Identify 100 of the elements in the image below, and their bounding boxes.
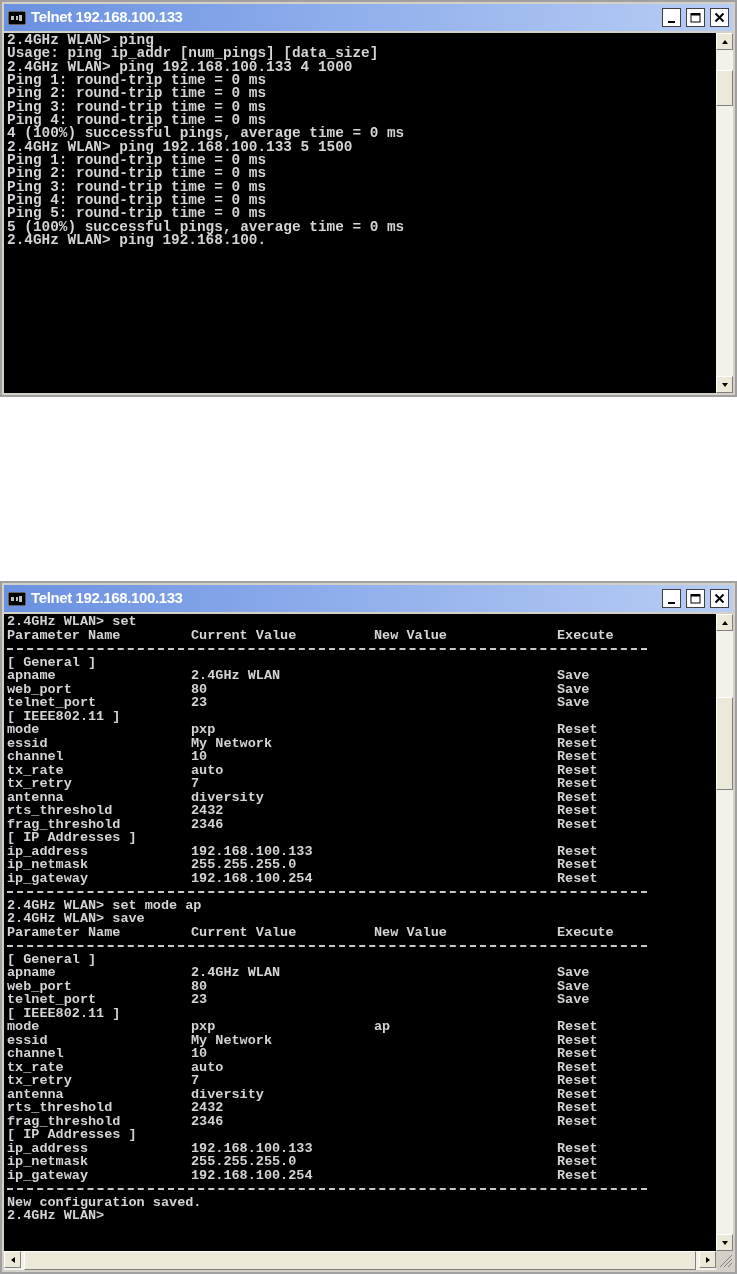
table-cell: channel <box>7 1047 64 1061</box>
table-cell: web_port <box>7 979 72 993</box>
console-line: 2.4GHz WLAN> ping 192.168.100.133 4 1000 <box>7 60 353 74</box>
console-line: New configuration saved. <box>7 1195 202 1209</box>
table-cell: My Network <box>191 1033 272 1047</box>
console-icon <box>8 10 26 25</box>
table-cell: telnet_port <box>7 696 97 710</box>
table-cell: Reset <box>557 763 598 777</box>
close-button[interactable] <box>710 589 729 608</box>
console-line: [ General ] <box>7 952 97 966</box>
table-cell: 2.4GHz WLAN <box>191 966 281 980</box>
minimize-button[interactable] <box>662 589 681 608</box>
table-cell: apname <box>7 966 56 980</box>
table-cell: mode <box>7 723 40 737</box>
table-cell: pxp <box>191 723 216 737</box>
table-cell: tx_rate <box>7 1060 64 1074</box>
scroll-up-button[interactable] <box>716 614 733 631</box>
column-header: Current Value <box>191 925 297 939</box>
maximize-icon <box>690 12 701 23</box>
table-cell: apname <box>7 669 56 683</box>
table-cell: ip_netmask <box>7 858 88 872</box>
maximize-button[interactable] <box>686 8 705 27</box>
table-cell: Reset <box>557 1074 598 1088</box>
console-line: [ IP Addresses ] <box>7 1128 137 1142</box>
window-title: Telnet 192.168.100.133 <box>31 7 183 28</box>
table-cell: 2432 <box>191 1101 224 1115</box>
column-header: Parameter Name <box>7 628 121 642</box>
minimize-button[interactable] <box>662 8 681 27</box>
table-cell: 255.255.255.0 <box>191 1155 297 1169</box>
console-line: [ IEEE802.11 ] <box>7 1006 121 1020</box>
column-header: New Value <box>374 925 447 939</box>
table-cell: ip_gateway <box>7 871 88 885</box>
column-header: New Value <box>374 628 447 642</box>
table-cell: Reset <box>557 777 598 791</box>
scrollbar-thumb[interactable] <box>716 70 733 106</box>
close-button[interactable] <box>710 8 729 27</box>
vertical-scrollbar[interactable] <box>716 614 733 1251</box>
table-cell: 192.168.100.133 <box>191 1141 313 1155</box>
console-line: 2.4GHz WLAN> ping 192.168.100.133 5 1500 <box>7 140 353 154</box>
console-line: 5 (100%) successful pings, average time = 0 ms <box>7 220 405 234</box>
table-cell: 192.168.100.254 <box>191 871 313 885</box>
console-line: 2.4GHz WLAN> set <box>7 615 137 629</box>
console-line: [ IP Addresses ] <box>7 831 137 845</box>
scroll-right-button[interactable] <box>699 1251 716 1268</box>
console-line: Ping 2: round-trip time = 0 ms <box>7 87 267 101</box>
table-cell: 255.255.255.0 <box>191 858 297 872</box>
console-line: Ping 3: round-trip time = 0 ms <box>7 180 267 194</box>
scroll-down-button[interactable] <box>716 1234 733 1251</box>
window-title: Telnet 192.168.100.133 <box>31 588 183 609</box>
column-header: Execute <box>557 628 614 642</box>
table-cell: 7 <box>191 1074 200 1088</box>
console-line: 2.4GHz WLAN> ping 192.168.100. <box>7 233 267 248</box>
table-cell: rts_threshold <box>7 804 113 818</box>
console-line: Usage: ping ip_addr [num_pings] [data_size] <box>7 47 379 61</box>
scrollbar-thumb[interactable] <box>716 697 733 790</box>
minimize-icon <box>668 602 675 604</box>
table-cell: Reset <box>557 1047 598 1061</box>
table-cell: rts_threshold <box>7 1101 113 1115</box>
table-cell: Reset <box>557 1114 598 1128</box>
table-cell: ip_address <box>7 844 88 858</box>
console-line: Ping 2: round-trip time = 0 ms <box>7 167 267 181</box>
table-cell: 2.4GHz WLAN <box>191 669 281 683</box>
table-cell: 192.168.100.254 <box>191 1168 313 1182</box>
table-cell: diversity <box>191 790 264 804</box>
console-line: 2.4GHz WLAN> set mode ap <box>7 898 202 912</box>
column-header: Execute <box>557 925 614 939</box>
table-cell: Reset <box>557 1060 598 1074</box>
table-cell: diversity <box>191 1087 264 1101</box>
console-line: 2.4GHz WLAN> save <box>7 912 145 926</box>
table-cell: Reset <box>557 723 598 737</box>
table-cell: 23 <box>191 993 208 1007</box>
maximize-button[interactable] <box>686 589 705 608</box>
table-cell: Reset <box>557 1155 598 1169</box>
console-line: 4 (100%) successful pings, average time = 0 ms <box>7 127 405 141</box>
table-cell: pxp <box>191 1020 216 1034</box>
table-cell: frag_threshold <box>7 1114 121 1128</box>
table-cell: 10 <box>191 750 208 764</box>
scroll-down-button[interactable] <box>716 376 733 393</box>
table-cell: tx_retry <box>7 777 72 791</box>
table-cell: Save <box>557 979 590 993</box>
table-cell: Reset <box>557 1168 598 1182</box>
vertical-scrollbar[interactable] <box>716 33 733 393</box>
table-cell: Reset <box>557 1020 598 1034</box>
table-cell: Reset <box>557 1033 598 1047</box>
minimize-icon <box>668 21 675 23</box>
close-icon <box>714 593 725 604</box>
table-cell: 2346 <box>191 817 224 831</box>
table-cell: 2432 <box>191 804 224 818</box>
table-cell: essid <box>7 736 48 750</box>
table-cell: antenna <box>7 790 64 804</box>
table-cell: Reset <box>557 1087 598 1101</box>
scroll-left-button[interactable] <box>4 1251 21 1268</box>
scroll-up-button[interactable] <box>716 33 733 50</box>
table-cell: Save <box>557 966 590 980</box>
column-header: Parameter Name <box>7 925 121 939</box>
table-cell: 2346 <box>191 1114 224 1128</box>
table-cell: Reset <box>557 790 598 804</box>
table-cell: Save <box>557 682 590 696</box>
table-cell: Save <box>557 696 590 710</box>
table-cell: 80 <box>191 979 208 993</box>
